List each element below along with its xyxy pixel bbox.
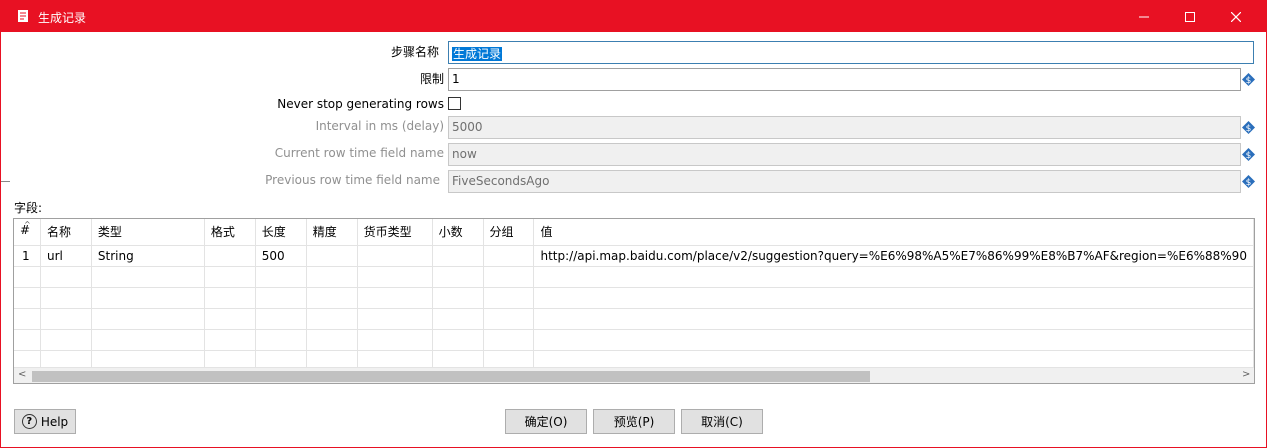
cell-length[interactable]: 500	[255, 245, 307, 267]
ok-label: 确定(O)	[524, 415, 568, 429]
current-time-input[interactable]: now	[448, 143, 1241, 166]
table-header-row: # 名称 类型 格式 长度 精度 货币类型 小数 分组 值	[14, 219, 1254, 246]
column-header[interactable]: 值	[533, 219, 1254, 246]
cell-currency[interactable]	[357, 245, 433, 267]
maximize-icon	[1185, 11, 1195, 22]
cell-value[interactable]: http://api.map.baidu.com/place/v2/sugges…	[533, 245, 1254, 267]
minimize-button[interactable]	[1121, 1, 1167, 32]
title-bar[interactable]: 生成记录	[1, 1, 1266, 32]
cell-decimal[interactable]	[432, 245, 484, 267]
column-header[interactable]: 货币类型	[357, 219, 433, 246]
cell-format[interactable]	[204, 245, 256, 267]
column-header[interactable]: 名称	[40, 219, 92, 246]
svg-text:$: $	[1246, 124, 1252, 134]
table-row[interactable]: 1 url String 500 http://api.map.baidu.co…	[14, 245, 1254, 267]
document-icon	[18, 10, 28, 22]
interval-input[interactable]: 5000	[448, 116, 1241, 139]
variable-dollar-icon[interactable]: $	[1242, 73, 1255, 86]
limit-value: 1	[452, 72, 460, 86]
help-button[interactable]: ? Help	[14, 409, 76, 434]
previous-time-input[interactable]: FiveSecondsAgo	[448, 170, 1241, 193]
minimize-icon	[1139, 16, 1149, 17]
fields-grid: # 名称 类型 格式 长度 精度 货币类型 小数 分组 值 1 url Stri…	[14, 219, 1254, 372]
row-number: 1	[14, 245, 41, 267]
help-icon: ?	[21, 414, 37, 429]
cancel-label: 取消(C)	[701, 415, 743, 429]
table-row-empty[interactable]	[14, 329, 1254, 351]
scrollbar-thumb[interactable]	[32, 371, 870, 382]
close-icon	[1231, 11, 1241, 22]
never-stop-checkbox[interactable]	[448, 97, 461, 110]
step-name-input[interactable]: 生成记录	[448, 41, 1254, 64]
previous-time-value: FiveSecondsAgo	[452, 174, 550, 188]
cell-precision[interactable]	[306, 245, 358, 267]
column-header[interactable]: 类型	[91, 219, 205, 246]
dialog-window: 生成记录 步骤名称 生成记录 限制 1 $ Never stop generat…	[0, 0, 1267, 448]
cell-name[interactable]: url	[40, 245, 92, 267]
table-row-empty[interactable]	[14, 266, 1254, 288]
ok-button[interactable]: 确定(O)	[505, 409, 587, 434]
column-header[interactable]: 分组	[483, 219, 535, 246]
interval-value: 5000	[452, 120, 483, 134]
limit-input[interactable]: 1	[448, 68, 1241, 91]
fields-table[interactable]: ^ # 名称 类型 格式 长度 精度 货币类型 小数 分组 值 1 url St…	[13, 218, 1255, 384]
current-time-label: Current row time field name	[274, 146, 444, 160]
close-button[interactable]	[1213, 1, 1259, 32]
column-header[interactable]: 小数	[432, 219, 484, 246]
scroll-left-icon[interactable]: <	[18, 369, 26, 380]
column-header[interactable]: 精度	[306, 219, 358, 246]
maximize-button[interactable]	[1167, 1, 1213, 32]
previous-time-label: Previous row time field name	[265, 173, 440, 187]
horizontal-scrollbar[interactable]: < >	[14, 367, 1254, 383]
never-stop-label: Never stop generating rows	[277, 97, 444, 111]
cell-type[interactable]: String	[91, 245, 205, 267]
column-header[interactable]: 格式	[204, 219, 256, 246]
window-title: 生成记录	[38, 11, 87, 25]
column-header[interactable]: #	[14, 219, 41, 246]
cancel-button[interactable]: 取消(C)	[681, 409, 763, 434]
column-header[interactable]: 长度	[255, 219, 307, 246]
step-name-label: 步骤名称	[390, 45, 439, 59]
step-name-value: 生成记录	[452, 47, 503, 61]
variable-dollar-icon[interactable]: $	[1242, 148, 1255, 161]
interval-label: Interval in ms (delay)	[315, 119, 444, 133]
svg-text:$: $	[1246, 151, 1252, 161]
svg-text:$: $	[1246, 76, 1252, 86]
limit-label: 限制	[419, 72, 444, 86]
preview-button[interactable]: 预览(P)	[593, 409, 675, 434]
help-label: Help	[40, 414, 69, 429]
svg-text:$: $	[1246, 178, 1252, 188]
scroll-right-icon[interactable]: >	[1242, 369, 1250, 380]
edge-mark	[1, 181, 10, 182]
preview-label: 预览(P)	[613, 415, 655, 429]
table-row-empty[interactable]	[14, 308, 1254, 330]
variable-dollar-icon[interactable]: $	[1242, 175, 1255, 188]
variable-dollar-icon[interactable]: $	[1242, 121, 1255, 134]
cell-group[interactable]	[483, 245, 535, 267]
fields-section-label: 字段:	[14, 201, 43, 215]
table-row-empty[interactable]	[14, 287, 1254, 309]
current-time-value: now	[452, 147, 477, 161]
